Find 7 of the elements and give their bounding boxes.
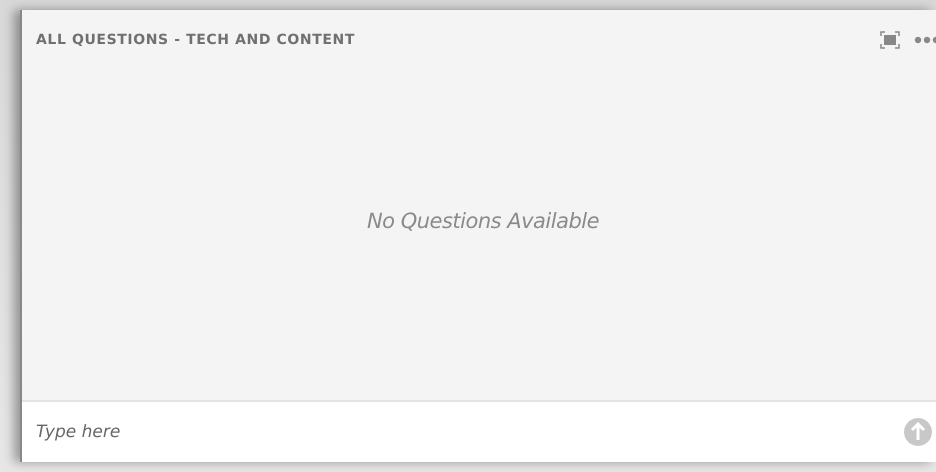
send-icon[interactable] [903, 417, 933, 447]
panel-title: ALL QUESTIONS - TECH AND CONTENT [36, 32, 355, 48]
more-options-icon[interactable] [914, 36, 936, 44]
empty-message: No Questions Available [366, 209, 600, 233]
fullscreen-icon[interactable] [880, 31, 900, 49]
question-input-bar[interactable]: Type here [22, 400, 936, 462]
question-input-field[interactable]: Type here [36, 422, 903, 442]
